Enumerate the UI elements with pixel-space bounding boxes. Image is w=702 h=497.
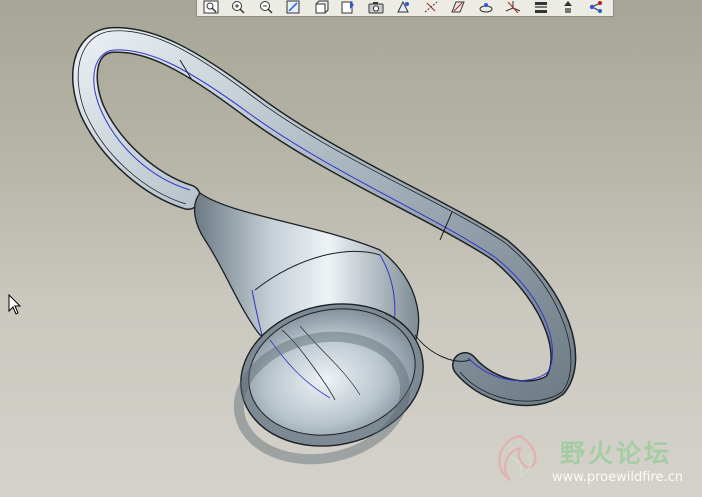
view-toolbar	[196, 0, 614, 17]
view-manager-icon	[340, 0, 356, 18]
coordinate-systems-icon	[505, 0, 521, 18]
datum-planes-icon	[450, 0, 466, 18]
zoom-in-button[interactable]	[228, 0, 248, 18]
datum-planes-button[interactable]	[448, 1, 468, 16]
annotation-display-icon	[533, 0, 549, 18]
datum-points-icon	[478, 0, 494, 18]
datum-axes-icon	[423, 0, 439, 18]
saved-views-button[interactable]	[366, 1, 386, 16]
orient-button[interactable]	[393, 0, 413, 18]
zoom-in-icon	[230, 0, 246, 18]
datum-axes-button[interactable]	[421, 1, 441, 16]
mouse-pointer-icon	[8, 294, 22, 315]
network-button[interactable]	[586, 0, 606, 18]
coordinate-systems-button[interactable]	[503, 0, 523, 18]
annotation-display-button[interactable]	[531, 1, 551, 16]
spin-center-button[interactable]	[311, 0, 331, 18]
zoom-out-button[interactable]	[256, 0, 276, 18]
repaint-icon	[285, 0, 301, 18]
repaint-button[interactable]	[283, 0, 303, 18]
refit-button[interactable]	[201, 0, 221, 18]
zoom-out-icon	[258, 0, 274, 18]
orient-icon	[395, 0, 411, 18]
watermark-url: www.proewildfire.cn	[552, 470, 683, 485]
view-manager-button[interactable]	[338, 0, 358, 18]
spin-toggle-button[interactable]	[558, 0, 578, 18]
model-viewport[interactable]	[0, 0, 702, 497]
saved-views-icon	[368, 0, 384, 18]
spin-toggle-icon	[560, 0, 576, 18]
forum-watermark: 野火论坛 www.proewildfire.cn	[490, 428, 700, 494]
flame-logo-icon	[498, 434, 537, 481]
spin-center-icon	[313, 0, 329, 18]
datum-points-button[interactable]	[476, 1, 496, 16]
network-icon	[588, 0, 604, 18]
watermark-title: 野火论坛	[560, 439, 673, 468]
refit-icon	[203, 0, 219, 18]
